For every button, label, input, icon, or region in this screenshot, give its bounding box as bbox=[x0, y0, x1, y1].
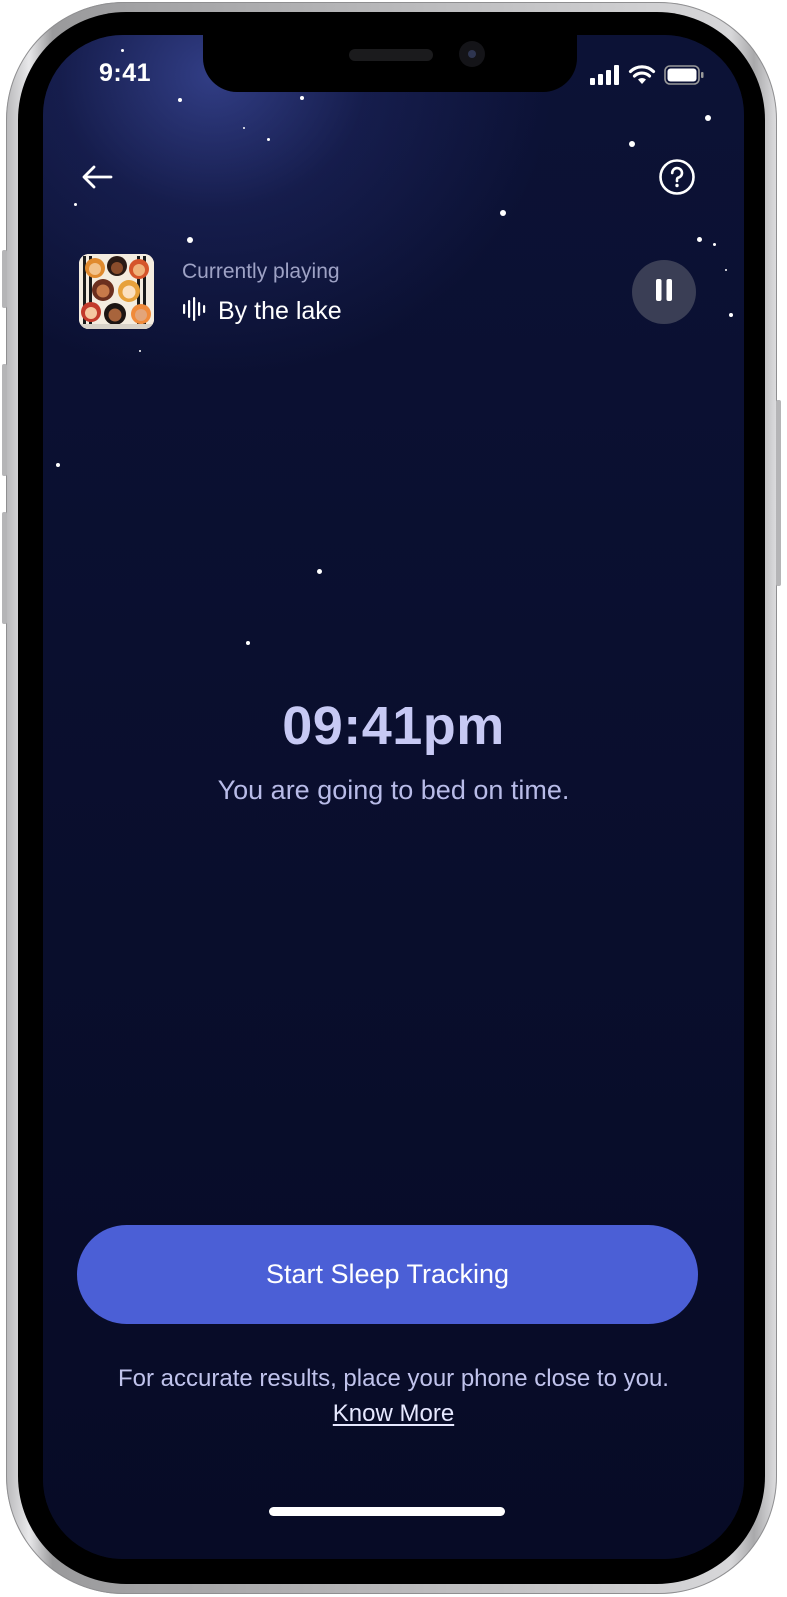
currently-playing-label: Currently playing bbox=[182, 260, 340, 283]
side-button bbox=[2, 250, 7, 308]
star bbox=[267, 138, 270, 141]
star bbox=[178, 98, 182, 102]
cellular-signal-icon bbox=[590, 64, 620, 89]
help-button[interactable] bbox=[653, 155, 701, 203]
bedtime-message: You are going to bed on time. bbox=[217, 775, 570, 805]
bedtime-clock: 09:41pm bbox=[282, 696, 505, 756]
star bbox=[629, 141, 635, 147]
star bbox=[56, 463, 60, 467]
placement-hint-text: For accurate results, place your phone c… bbox=[118, 1365, 669, 1392]
back-button[interactable] bbox=[75, 157, 119, 201]
speaker-grille bbox=[349, 49, 433, 61]
audio-wave-icon bbox=[182, 296, 208, 326]
track-title: By the lake bbox=[218, 296, 342, 325]
star bbox=[729, 313, 733, 317]
side-button bbox=[776, 400, 781, 586]
star bbox=[725, 269, 727, 271]
now-playing-track[interactable]: By the lake bbox=[182, 296, 342, 326]
star bbox=[300, 96, 304, 100]
star bbox=[121, 49, 124, 52]
question-circle-icon bbox=[658, 158, 696, 200]
wifi-icon bbox=[628, 64, 656, 89]
star bbox=[139, 350, 141, 352]
side-button bbox=[2, 512, 7, 624]
star bbox=[243, 127, 245, 129]
arrow-left-icon bbox=[81, 164, 113, 194]
status-icons bbox=[590, 64, 704, 89]
start-sleep-tracking-button[interactable]: Start Sleep Tracking bbox=[77, 1225, 698, 1324]
device-notch bbox=[203, 35, 577, 92]
star bbox=[500, 210, 506, 216]
star bbox=[187, 237, 193, 243]
star bbox=[317, 569, 322, 574]
side-button bbox=[2, 364, 7, 476]
know-more-link[interactable]: Know More bbox=[333, 1400, 454, 1427]
star bbox=[713, 243, 716, 246]
status-time: 9:41 bbox=[99, 59, 152, 87]
star bbox=[74, 203, 77, 206]
screen: 9:41 Currently playing By the lake 09:41… bbox=[43, 35, 744, 1559]
star bbox=[697, 237, 702, 242]
front-camera bbox=[459, 41, 485, 67]
pause-button[interactable] bbox=[632, 260, 696, 324]
star bbox=[246, 641, 250, 645]
star bbox=[705, 115, 711, 121]
placement-hint: For accurate results, place your phone c… bbox=[103, 1361, 684, 1431]
pause-icon bbox=[654, 278, 674, 306]
album-artwork[interactable] bbox=[79, 254, 154, 329]
battery-icon bbox=[664, 64, 704, 89]
home-indicator[interactable] bbox=[269, 1507, 505, 1516]
